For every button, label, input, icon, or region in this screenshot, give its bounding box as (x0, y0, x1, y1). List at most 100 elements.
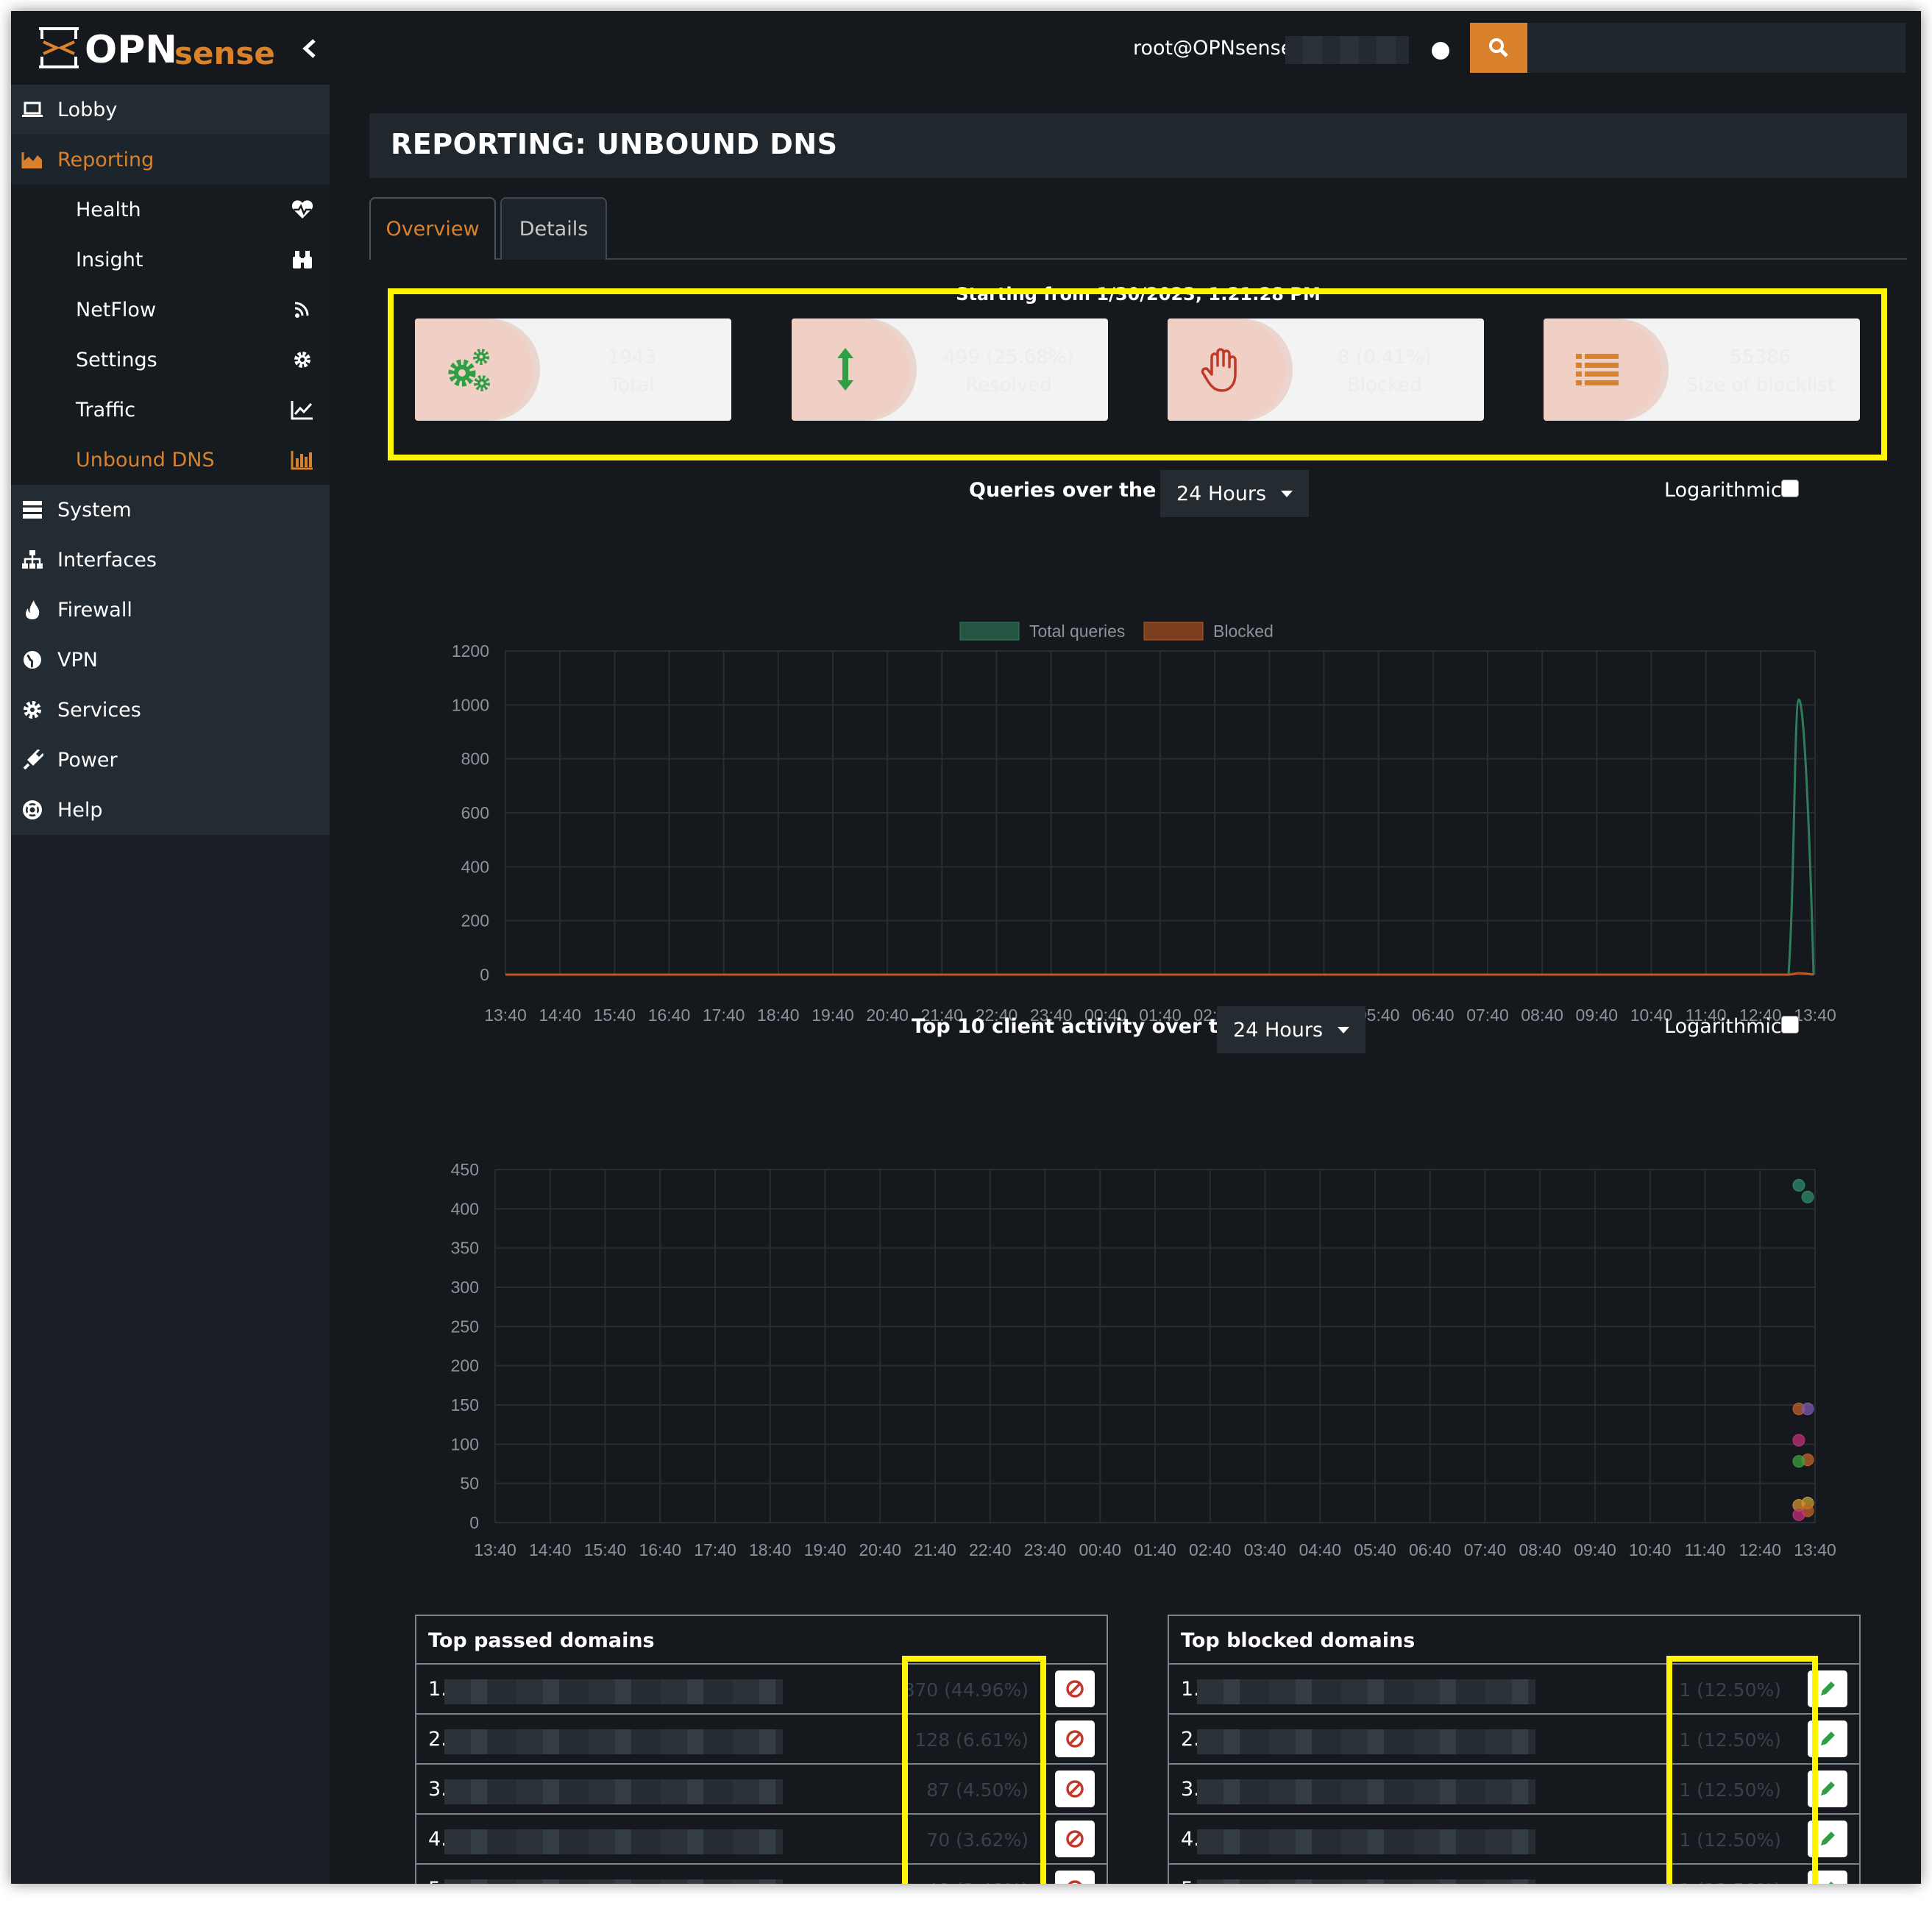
queries-log-checkbox[interactable] (1781, 480, 1799, 497)
cog-icon (294, 352, 310, 368)
scatter-point (1801, 1402, 1814, 1415)
logo-text-opn: OPN (85, 28, 177, 72)
clients-x-tick-label: 01:40 (1134, 1540, 1176, 1559)
sidebar-item-label: Lobby (57, 98, 118, 121)
queries-period-select[interactable]: 24 Hours (1160, 470, 1309, 517)
clients-x-tick-label: 20:40 (859, 1540, 901, 1559)
queries-y-tick-label: 400 (461, 857, 489, 876)
sidebar-subitem-traffic[interactable]: Traffic (11, 385, 330, 435)
page-title: REPORTING: UNBOUND DNS (391, 128, 838, 160)
chevron-left-icon (302, 39, 316, 58)
binoculars-icon (293, 251, 312, 268)
domain-name (444, 1679, 783, 1704)
sidebar-item-label: Insight (76, 248, 143, 271)
tab-details[interactable]: Details (500, 197, 607, 260)
domain-name (1197, 1879, 1535, 1884)
clients-x-tick-label: 17:40 (694, 1540, 736, 1559)
sidebar-item-reporting[interactable]: Reporting (11, 135, 330, 185)
plug-icon (23, 750, 43, 770)
clients-y-tick-label: 100 (451, 1434, 479, 1453)
block-domain-button[interactable] (1055, 1670, 1095, 1707)
fire-icon (26, 600, 40, 619)
sidebar-item-label: System (57, 498, 132, 522)
tab-bar: Overview Details (369, 197, 1907, 260)
queries-x-tick-label: 08:40 (1521, 1006, 1563, 1025)
sidebar-item-label: VPN (57, 648, 98, 672)
clients-x-tick-label: 00:40 (1079, 1540, 1121, 1559)
highlight-box-blocked-counts (1666, 1656, 1818, 1884)
sidebar-subitem-health[interactable]: Health (11, 185, 330, 235)
queries-x-tick-label: 15:40 (594, 1006, 636, 1025)
clients-y-tick-label: 400 (451, 1199, 479, 1218)
scatter-point (1801, 1190, 1814, 1203)
domain-name (444, 1829, 783, 1854)
queries-y-tick-label: 1200 (452, 641, 489, 661)
clients-chart: 0 50 100 150 200 250 300 350 400 450 13:40 14:40 15:… (451, 1160, 1836, 1559)
user-label[interactable]: root@OPNsense. (1133, 37, 1299, 60)
life-ring-icon (23, 800, 42, 819)
legend-label: Total queries (1029, 622, 1125, 641)
clients-period-select[interactable]: 24 Hours (1217, 1006, 1365, 1053)
sidebar-item-services[interactable]: Services (11, 685, 330, 735)
legend-swatch (1143, 622, 1204, 641)
sidebar-item-power[interactable]: Power (11, 735, 330, 785)
opnsense-logo[interactable]: OPN sense (35, 21, 277, 74)
clients-x-tick-label: 05:40 (1354, 1540, 1396, 1559)
queries-log-label: Logarithmic (1664, 479, 1782, 502)
globe-icon (24, 651, 41, 669)
queries-x-tick-label: 06:40 (1412, 1006, 1455, 1025)
clients-x-tick-label: 14:40 (529, 1540, 572, 1559)
block-domain-button[interactable] (1055, 1771, 1095, 1807)
pencil-icon (1829, 1882, 1833, 1884)
app-window: OPN sense root@OPNsense. Lobby Reporting… (11, 11, 1921, 1884)
search-input[interactable] (1527, 23, 1906, 73)
pencil-icon (1821, 1732, 1835, 1745)
clients-x-tick-label: 06:40 (1409, 1540, 1452, 1559)
sidebar-item-label: Traffic (76, 398, 136, 421)
sidebar-subitem-insight[interactable]: Insight (11, 235, 330, 285)
ban-icon (1068, 1880, 1082, 1884)
status-dot-icon (1432, 42, 1449, 60)
sidebar-item-help[interactable]: Help (11, 785, 330, 835)
select-value: 24 Hours (1176, 482, 1267, 505)
queries-y-tick-label: 0 (480, 965, 489, 984)
search-button[interactable] (1470, 23, 1527, 73)
scatter-point (1792, 1508, 1805, 1521)
scatter-point (1792, 1434, 1805, 1447)
clients-x-tick-label: 08:40 (1519, 1540, 1561, 1559)
sidebar-item-firewall[interactable]: Firewall (11, 585, 330, 635)
sidebar-subitem-settings[interactable]: Settings (11, 335, 330, 385)
server-icon (23, 501, 42, 519)
clients-y-tick-label: 300 (451, 1278, 479, 1297)
queries-x-tick-label: 20:40 (866, 1006, 909, 1025)
queries-x-tick-label: 14:40 (539, 1006, 581, 1025)
sidebar-collapse-button[interactable] (291, 33, 329, 64)
sitemap-icon (22, 550, 43, 569)
clients-x-tick-label: 23:40 (1024, 1540, 1067, 1559)
caret-down-icon (1281, 491, 1293, 497)
clients-x-tick-label: 18:40 (749, 1540, 792, 1559)
block-domain-button[interactable] (1055, 1871, 1095, 1884)
area-chart-icon (21, 152, 42, 168)
search-icon (1489, 38, 1508, 57)
sidebar-item-vpn[interactable]: VPN (11, 635, 330, 685)
clients-x-tick-label: 11:40 (1685, 1540, 1726, 1559)
sidebar-subitem-unbound-dns[interactable]: Unbound DNS (11, 435, 330, 485)
clients-log-label: Logarithmic (1664, 1015, 1782, 1038)
highlight-box-passed-counts (902, 1656, 1046, 1884)
clients-x-tick-label: 12:40 (1739, 1540, 1781, 1559)
page-header: REPORTING: UNBOUND DNS (369, 113, 1907, 178)
sidebar-item-interfaces[interactable]: Interfaces (11, 535, 330, 585)
clients-y-tick-label: 0 (469, 1513, 479, 1532)
block-domain-button[interactable] (1055, 1821, 1095, 1857)
clients-log-checkbox[interactable] (1781, 1016, 1799, 1033)
pencil-icon (1821, 1782, 1835, 1796)
queries-x-tick-label: 13:40 (484, 1006, 527, 1025)
block-domain-button[interactable] (1055, 1720, 1095, 1757)
sidebar-item-lobby[interactable]: Lobby (11, 85, 330, 135)
sidebar-item-system[interactable]: System (11, 485, 330, 535)
queries-y-tick-label: 600 (461, 803, 489, 822)
tab-overview[interactable]: Overview (369, 197, 496, 260)
sidebar-subitem-netflow[interactable]: NetFlow (11, 285, 330, 335)
queries-chart: 0 200 400 600 800 1000 1200 13:40 14:40 15:40 16:4… (452, 622, 1836, 1025)
